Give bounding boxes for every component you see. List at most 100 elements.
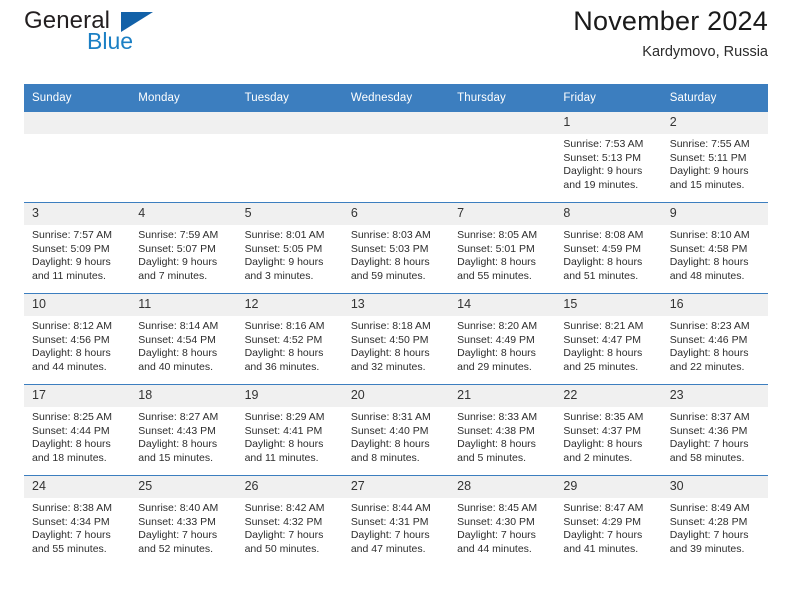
- sun-info-daylight-line1: Daylight: 7 hours: [669, 529, 749, 542]
- calendar-day-cell[interactable]: 30 Sunrise: 8:49 AM Sunset: 4:28 PM Dayligh…: [661, 475, 768, 566]
- calendar-day-cell[interactable]: 9 Sunrise: 8:10 AM Sunset: 4:58 PM Daylight…: [661, 202, 768, 294]
- calendar-day-cell[interactable]: 8 Sunrise: 8:08 AM Sunset: 4:59 PM Daylight…: [555, 202, 662, 294]
- day-number: 28: [449, 476, 556, 498]
- day-number: [236, 112, 343, 134]
- weekday-header-tuesday: Tuesday: [236, 84, 343, 112]
- sun-info-daylight-line1: Daylight: 7 hours: [244, 529, 324, 542]
- sun-info: Sunrise: 8:31 AM Sunset: 4:40 PM Daylight:…: [343, 407, 449, 465]
- calendar-day-cell[interactable]: 10 Sunrise: 8:12 AM Sunset: 4:56 PM Dayligh…: [24, 293, 131, 385]
- sun-info-sunrise: Sunrise: 8:01 AM: [244, 229, 325, 241]
- sun-info: Sunrise: 7:57 AM Sunset: 5:09 PM Daylight:…: [24, 225, 130, 283]
- weekday-header-saturday: Saturday: [661, 84, 768, 112]
- calendar-day-cell[interactable]: 11 Sunrise: 8:14 AM Sunset: 4:54 PM Dayligh…: [130, 293, 237, 385]
- sun-info-sunset: Sunset: 4:36 PM: [669, 424, 748, 437]
- sun-info-daylight-line2: and 36 minutes.: [244, 360, 320, 373]
- day-number: 26: [236, 476, 343, 498]
- brand-logo[interactable]: General Blue: [24, 0, 284, 53]
- calendar-cell-empty: [24, 112, 131, 203]
- calendar-day-cell[interactable]: 24 Sunrise: 8:38 AM Sunset: 4:34 PM Dayligh…: [24, 475, 131, 566]
- day-number: 24: [24, 476, 131, 498]
- calendar-day-cell[interactable]: 16 Sunrise: 8:23 AM Sunset: 4:46 PM Dayligh…: [661, 293, 768, 385]
- calendar-page: General Blue November 2024 Kardymovo, Ru…: [0, 0, 792, 612]
- calendar-day-cell[interactable]: 6 Sunrise: 8:03 AM Sunset: 5:03 PM Daylight…: [342, 202, 450, 294]
- sun-info: Sunrise: 8:25 AM Sunset: 4:44 PM Daylight:…: [24, 407, 130, 465]
- sun-info-daylight-line2: and 25 minutes.: [563, 360, 639, 373]
- sun-info-daylight-line2: and 32 minutes.: [350, 360, 426, 373]
- day-number: 25: [130, 476, 237, 498]
- sun-info-daylight-line1: Daylight: 8 hours: [457, 347, 536, 360]
- sun-info-sunrise: Sunrise: 8:35 AM: [563, 411, 644, 423]
- sun-info-daylight-line2: and 22 minutes.: [669, 360, 745, 373]
- sun-info-sunrise: Sunrise: 8:18 AM: [350, 320, 431, 332]
- sun-info: Sunrise: 8:35 AM Sunset: 4:37 PM Daylight:…: [555, 407, 661, 465]
- sun-info-sunrise: Sunrise: 8:42 AM: [244, 502, 325, 514]
- calendar-day-cell[interactable]: 18 Sunrise: 8:27 AM Sunset: 4:43 PM Dayligh…: [130, 384, 237, 476]
- sun-info: Sunrise: 8:20 AM Sunset: 4:49 PM Daylight:…: [449, 316, 555, 374]
- sun-info-daylight-line1: Daylight: 8 hours: [138, 347, 218, 360]
- calendar-day-cell[interactable]: 27 Sunrise: 8:44 AM Sunset: 4:31 PM Dayligh…: [342, 475, 450, 566]
- calendar-day-cell[interactable]: 4 Sunrise: 7:59 AM Sunset: 5:07 PM Daylight…: [130, 202, 237, 294]
- page-subtitle: Kardymovo, Russia: [642, 44, 768, 60]
- sun-info-daylight-line2: and 19 minutes.: [563, 178, 639, 191]
- sun-info-sunset: Sunset: 4:59 PM: [563, 242, 642, 255]
- day-number: 29: [555, 476, 662, 498]
- sun-info-daylight-line1: Daylight: 9 hours: [138, 256, 218, 269]
- calendar-day-cell[interactable]: 1 Sunrise: 7:53 AM Sunset: 5:13 PM Daylight…: [555, 112, 662, 203]
- calendar-day-cell[interactable]: 25 Sunrise: 8:40 AM Sunset: 4:33 PM Dayligh…: [130, 475, 237, 566]
- calendar-day-cell[interactable]: 20 Sunrise: 8:31 AM Sunset: 4:40 PM Dayligh…: [342, 384, 450, 476]
- calendar-day-cell[interactable]: 17 Sunrise: 8:25 AM Sunset: 4:44 PM Dayligh…: [24, 384, 131, 476]
- sun-info: Sunrise: 8:16 AM Sunset: 4:52 PM Daylight:…: [237, 316, 343, 374]
- sun-info-sunrise: Sunrise: 7:55 AM: [669, 138, 750, 150]
- day-number: 1: [555, 112, 662, 134]
- sun-info-sunset: Sunset: 4:47 PM: [563, 333, 642, 346]
- calendar-day-cell[interactable]: 13 Sunrise: 8:18 AM Sunset: 4:50 PM Dayligh…: [342, 293, 450, 385]
- sun-info: Sunrise: 8:12 AM Sunset: 4:56 PM Daylight:…: [24, 316, 130, 374]
- sun-info-sunset: Sunset: 4:37 PM: [563, 424, 642, 437]
- calendar-day-cell[interactable]: 7 Sunrise: 8:05 AM Sunset: 5:01 PM Daylight…: [449, 202, 556, 294]
- sun-info: Sunrise: 8:14 AM Sunset: 4:54 PM Daylight:…: [130, 316, 236, 374]
- calendar-day-cell[interactable]: 3 Sunrise: 7:57 AM Sunset: 5:09 PM Daylight…: [24, 202, 131, 294]
- sun-info: Sunrise: 8:47 AM Sunset: 4:29 PM Daylight:…: [555, 498, 661, 556]
- calendar-cell-empty: [449, 112, 556, 203]
- calendar-day-cell[interactable]: 26 Sunrise: 8:42 AM Sunset: 4:32 PM Dayligh…: [236, 475, 343, 566]
- calendar-day-cell[interactable]: 19 Sunrise: 8:29 AM Sunset: 4:41 PM Dayligh…: [236, 384, 343, 476]
- sun-info-sunrise: Sunrise: 8:44 AM: [350, 502, 431, 514]
- sun-info-daylight-line1: Daylight: 8 hours: [244, 438, 324, 451]
- calendar-day-cell[interactable]: 29 Sunrise: 8:47 AM Sunset: 4:29 PM Dayligh…: [555, 475, 662, 566]
- sun-info-daylight-line1: Daylight: 8 hours: [32, 438, 111, 451]
- sun-info-sunrise: Sunrise: 8:27 AM: [138, 411, 219, 423]
- calendar-day-cell[interactable]: 14 Sunrise: 8:20 AM Sunset: 4:49 PM Dayligh…: [449, 293, 556, 385]
- day-number: 7: [449, 203, 556, 225]
- calendar-day-cell[interactable]: 5 Sunrise: 8:01 AM Sunset: 5:05 PM Daylight…: [236, 202, 343, 294]
- sun-info-daylight-line1: Daylight: 8 hours: [32, 347, 111, 360]
- sun-info-sunset: Sunset: 5:03 PM: [350, 242, 429, 255]
- sun-info-daylight-line1: Daylight: 8 hours: [669, 256, 749, 269]
- day-number: 17: [24, 385, 131, 407]
- calendar-day-cell[interactable]: 2 Sunrise: 7:55 AM Sunset: 5:11 PM Daylight…: [661, 112, 768, 203]
- sun-info: Sunrise: 8:45 AM Sunset: 4:30 PM Daylight:…: [449, 498, 555, 556]
- calendar-day-cell[interactable]: 22 Sunrise: 8:35 AM Sunset: 4:37 PM Dayligh…: [555, 384, 662, 476]
- sun-info-daylight-line1: Daylight: 8 hours: [350, 347, 430, 360]
- calendar-day-cell[interactable]: 15 Sunrise: 8:21 AM Sunset: 4:47 PM Dayligh…: [555, 293, 662, 385]
- sun-info-daylight-line1: Daylight: 7 hours: [350, 529, 430, 542]
- calendar-day-cell[interactable]: 12 Sunrise: 8:16 AM Sunset: 4:52 PM Dayligh…: [236, 293, 343, 385]
- calendar-day-cell[interactable]: 21 Sunrise: 8:33 AM Sunset: 4:38 PM Dayligh…: [449, 384, 556, 476]
- sun-info-sunrise: Sunrise: 8:38 AM: [32, 502, 112, 514]
- day-number: [449, 112, 556, 134]
- sun-info-daylight-line2: and 29 minutes.: [457, 360, 532, 373]
- sun-info-daylight-line1: Daylight: 7 hours: [457, 529, 536, 542]
- sun-info-daylight-line1: Daylight: 7 hours: [32, 529, 111, 542]
- sun-info-sunset: Sunset: 4:43 PM: [138, 424, 216, 437]
- sun-info-sunset: Sunset: 4:40 PM: [350, 424, 429, 437]
- sun-info: Sunrise: 8:21 AM Sunset: 4:47 PM Daylight:…: [555, 316, 661, 374]
- sun-info-daylight-line1: Daylight: 7 hours: [669, 438, 749, 451]
- sun-info-sunset: Sunset: 4:41 PM: [244, 424, 323, 437]
- sun-info-sunrise: Sunrise: 8:49 AM: [669, 502, 750, 514]
- calendar-day-cell[interactable]: 23 Sunrise: 8:37 AM Sunset: 4:36 PM Dayligh…: [661, 384, 768, 476]
- weekday-header-friday: Friday: [555, 84, 662, 112]
- sun-info-daylight-line2: and 51 minutes.: [563, 269, 639, 282]
- calendar-week-row: 17 Sunrise: 8:25 AM Sunset: 4:44 PM Dayligh…: [24, 384, 768, 476]
- calendar-day-cell[interactable]: 28 Sunrise: 8:45 AM Sunset: 4:30 PM Dayligh…: [449, 475, 556, 566]
- sun-info-sunrise: Sunrise: 8:45 AM: [457, 502, 538, 514]
- sun-info-sunrise: Sunrise: 7:53 AM: [563, 138, 644, 150]
